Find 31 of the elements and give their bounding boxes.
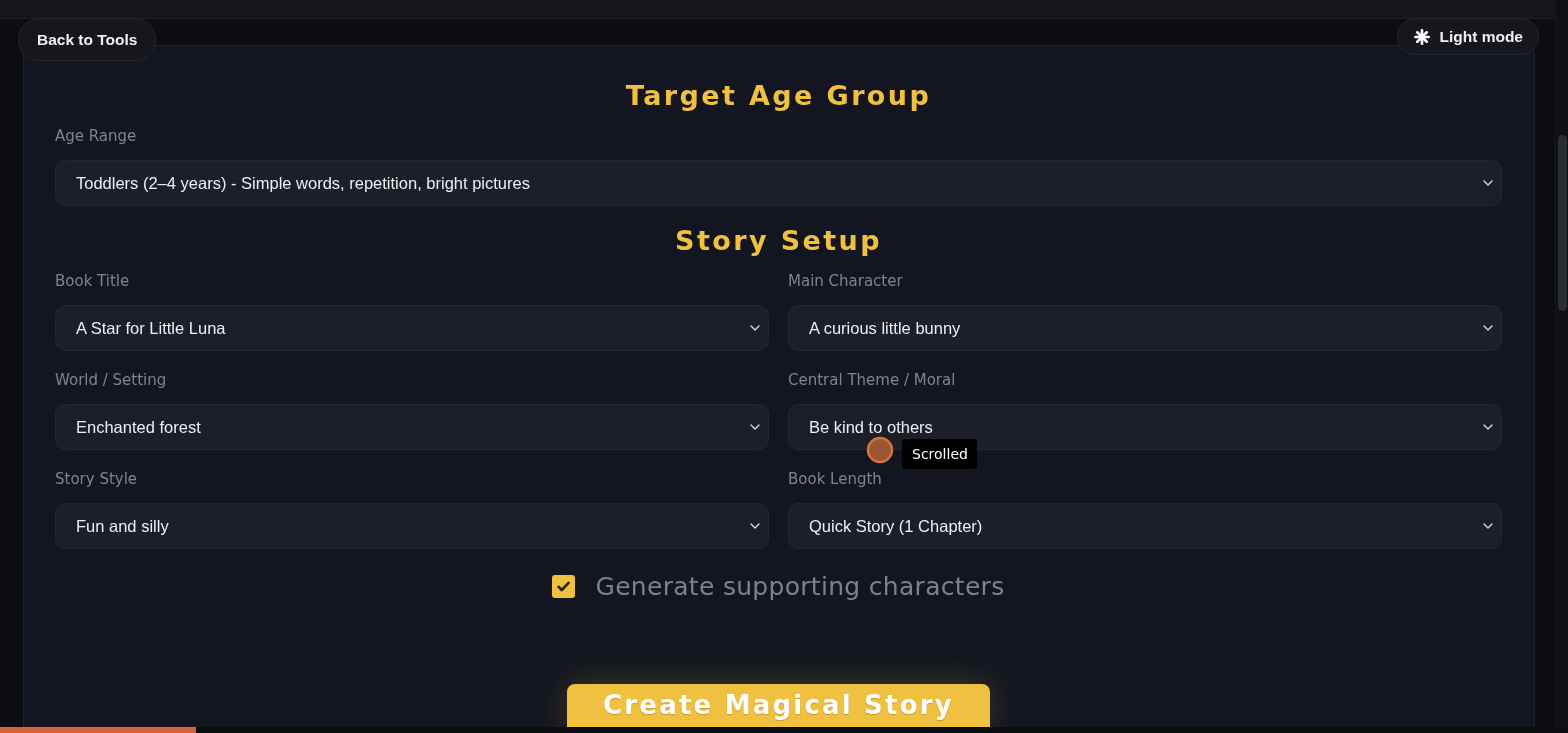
field-label: Age Range [55, 127, 137, 145]
field-label: Book Length [788, 470, 882, 488]
field-label: Book Title [55, 272, 130, 290]
theme-toggle-button[interactable]: Light mode [1397, 18, 1539, 55]
scrollbar-thumb[interactable] [1557, 135, 1567, 311]
back-button[interactable]: Back to Tools [18, 18, 157, 61]
field-label: World / Setting [55, 371, 167, 389]
section-title: Target Age Group [625, 82, 932, 110]
field-label: Main Character [788, 272, 903, 290]
field-label: Story Style [55, 470, 138, 488]
chevron-down-icon [750, 424, 760, 430]
chevron-down-icon [750, 325, 760, 331]
checkbox-label: Generate supporting characters [595, 573, 1005, 600]
checkbox[interactable] [552, 575, 576, 598]
chevron-down-icon [1483, 523, 1493, 529]
dropdown-field[interactable]: A curious little bunny [788, 305, 1502, 351]
chevron-down-icon [1483, 180, 1493, 186]
chevron-down-icon [1483, 424, 1493, 430]
chevron-down-icon [750, 523, 760, 529]
dropdown-field[interactable]: Toddlers (2–4 years) - Simple words, repetition, bright pictures [55, 160, 1502, 206]
chevron-down-icon [1483, 325, 1493, 331]
tooltip: Scrolled [902, 439, 977, 469]
field-label: Central Theme / Moral [788, 371, 956, 389]
section-title: Story Setup [675, 227, 882, 255]
dropdown-field[interactable]: Fun and silly [55, 503, 769, 549]
asterisk-icon [1414, 28, 1431, 45]
checkmark-icon [557, 581, 571, 592]
dropdown-field[interactable]: A Star for Little Luna [55, 305, 769, 351]
dropdown-field[interactable]: Quick Story (1 Chapter) [788, 503, 1502, 549]
dropdown-field[interactable]: Enchanted forest [55, 404, 769, 450]
click-marker-icon [866, 436, 894, 464]
